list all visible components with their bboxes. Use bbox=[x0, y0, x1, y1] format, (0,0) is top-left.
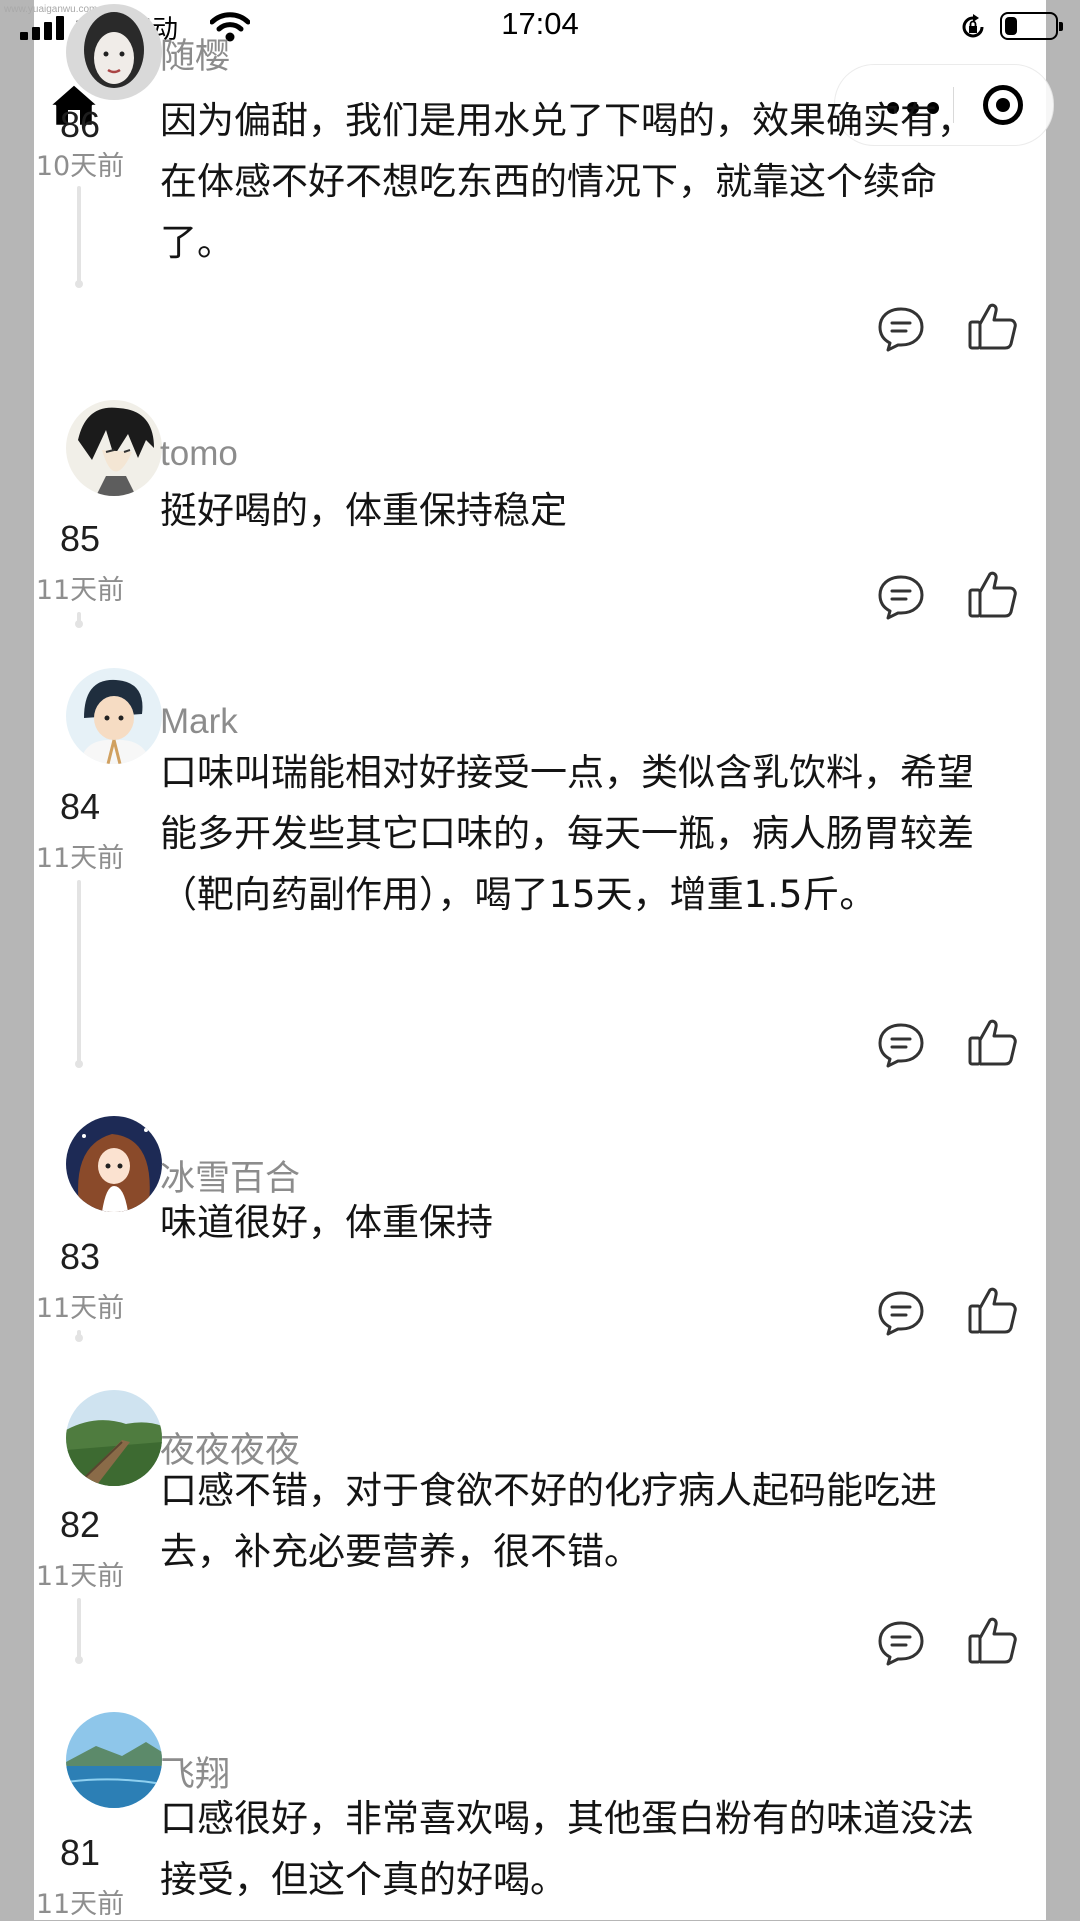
comment-score: 81 bbox=[59, 1832, 101, 1873]
thread-line bbox=[75, 880, 83, 1068]
avatar[interactable] bbox=[66, 668, 162, 764]
comment-score: 82 bbox=[59, 1504, 101, 1545]
thumbs-up-icon[interactable] bbox=[966, 1284, 1020, 1338]
comment-text: 挺好喝的，体重保持稳定 bbox=[160, 489, 567, 532]
battery-icon bbox=[1000, 12, 1063, 40]
comment-text: 口感不错，对于食欲不好的化疗病人起码能吃进去，补充必要营养，很不错。 bbox=[160, 1469, 937, 1573]
thumbs-up-icon[interactable] bbox=[966, 300, 1020, 354]
comment-text: 因为偏甜，我们是用水兑了下喝的，效果确实有，在体感不好不想吃东西的情况下，就靠这… bbox=[160, 99, 974, 264]
comment-text: 口感很好，非常喜欢喝，其他蛋白粉有的味道没法接受，但这个真的好喝。 bbox=[160, 1797, 974, 1901]
comment-bubble-icon[interactable] bbox=[876, 1287, 926, 1337]
thumbs-up-icon[interactable] bbox=[966, 1016, 1020, 1070]
comment-text: 味道很好，体重保持 bbox=[160, 1201, 493, 1244]
thumbs-up-icon[interactable] bbox=[966, 1614, 1020, 1668]
comment-bubble-icon[interactable] bbox=[876, 303, 926, 353]
comment-author[interactable]: Mark bbox=[160, 702, 238, 742]
comment-time: 11天前 bbox=[35, 843, 125, 874]
comment-score: 86 bbox=[59, 104, 101, 145]
avatar[interactable] bbox=[66, 400, 162, 496]
avatar[interactable] bbox=[66, 1712, 162, 1808]
comment-score: 84 bbox=[59, 786, 101, 827]
thumbs-up-icon[interactable] bbox=[966, 568, 1020, 622]
comment-bubble-icon[interactable] bbox=[876, 1019, 926, 1069]
thread-line bbox=[75, 1598, 83, 1664]
comment-author[interactable]: 随樱 bbox=[160, 28, 230, 79]
thread-line bbox=[75, 612, 83, 628]
comment-bubble-icon[interactable] bbox=[876, 571, 926, 621]
comment-time: 11天前 bbox=[35, 1293, 125, 1324]
rotation-lock-icon bbox=[962, 14, 984, 38]
thread-line bbox=[75, 1330, 83, 1342]
comment-bubble-icon[interactable] bbox=[876, 1617, 926, 1667]
comment-time: 11天前 bbox=[35, 575, 125, 606]
comment-author[interactable]: tomo bbox=[160, 434, 238, 474]
avatar[interactable] bbox=[66, 4, 162, 100]
avatar[interactable] bbox=[66, 1390, 162, 1486]
comment-time: 11天前 bbox=[35, 1561, 125, 1592]
avatar[interactable] bbox=[66, 1116, 162, 1212]
thread-line bbox=[75, 186, 83, 288]
comment-time: 10天前 bbox=[35, 151, 125, 182]
comment-score: 85 bbox=[59, 518, 101, 559]
comment-time: 11天前 bbox=[35, 1889, 125, 1920]
comment-score: 83 bbox=[59, 1236, 101, 1277]
comment-text: 口味叫瑞能相对好接受一点，类似含乳饮料，希望能多开发些其它口味的，每天一瓶，病人… bbox=[160, 751, 974, 916]
